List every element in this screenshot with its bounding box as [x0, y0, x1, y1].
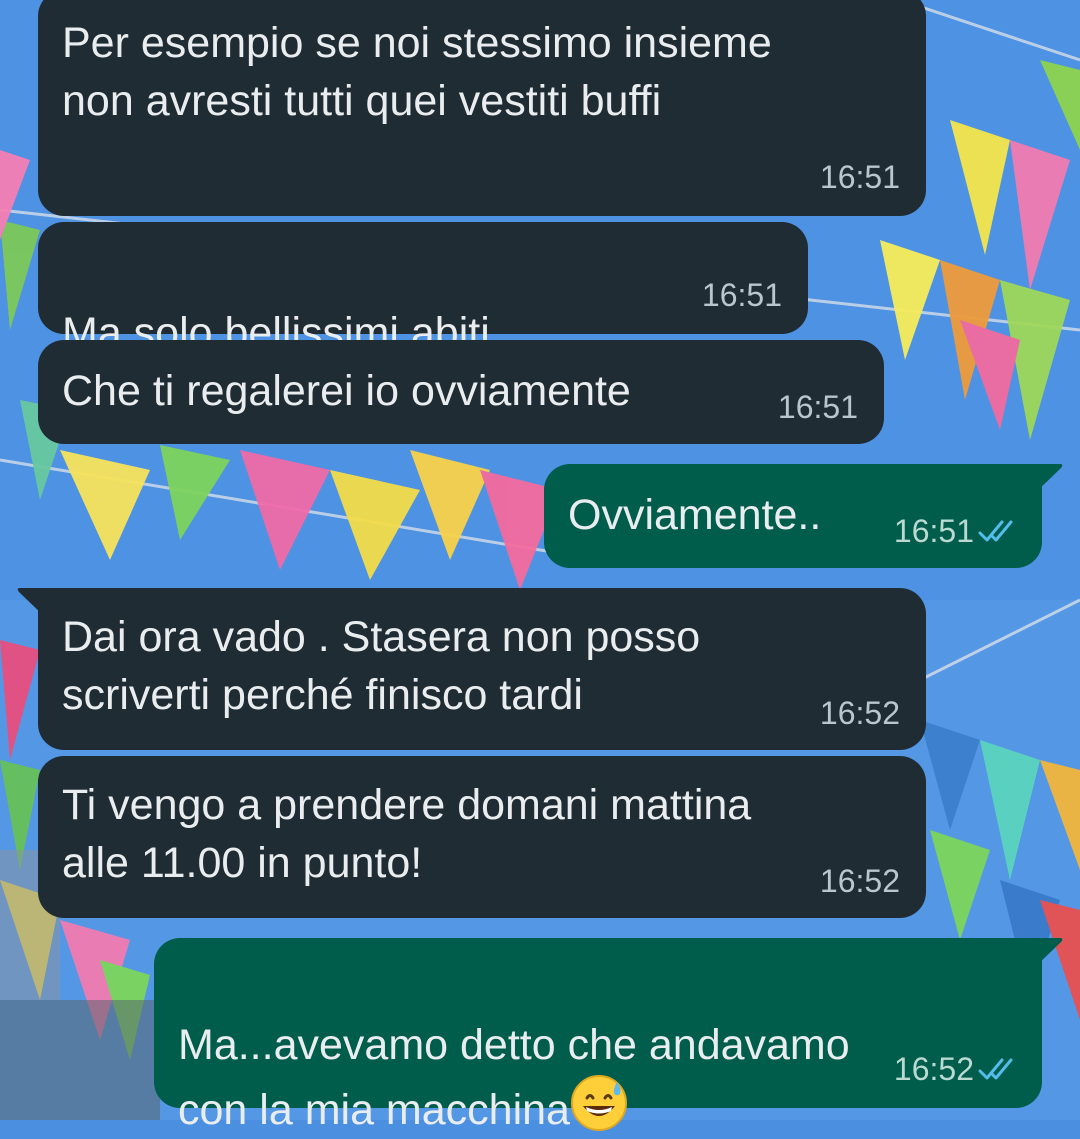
grinning-sweat-emoji-icon — [570, 1075, 627, 1131]
message-bubble-outgoing[interactable]: Ovviamente.. 16:51 — [544, 464, 1042, 568]
message-text-content: Ma...avevamo detto che andavamo con la m… — [178, 1021, 850, 1134]
message-bubble-incoming[interactable]: Che ti regalerei io ovviamente 16:51 — [38, 340, 884, 444]
message-time: 16:51 — [819, 159, 900, 195]
message-bubble-incoming[interactable]: Dai ora vado . Stasera non posso scriver… — [38, 588, 926, 750]
message-text: Ovviamente.. — [568, 491, 822, 539]
message-bubble-outgoing[interactable]: Ma...avevamo detto che andavamo con la m… — [154, 938, 1042, 1134]
message-time: 16:51 — [777, 389, 858, 425]
message-time: 16:52 — [819, 863, 900, 899]
message-time: 16:51 — [701, 277, 782, 313]
message-time: 16:52 — [893, 1051, 974, 1087]
message-text: Ti vengo a prendere domani mattina alle … — [62, 781, 752, 887]
message-time: 16:51 — [893, 513, 974, 549]
message-bubble-incoming[interactable]: Ma solo bellissimi abiti 16:51 — [38, 222, 808, 418]
message-text: Per esempio se noi stessimo insieme non … — [62, 19, 772, 125]
message-text: Dai ora vado . Stasera non posso scriver… — [62, 613, 701, 719]
message-text: Che ti regalerei io ovviamente — [62, 367, 631, 415]
read-ticks-icon — [978, 520, 1013, 542]
message-bubble-incoming[interactable]: Ti vengo a prendere domani mattina alle … — [38, 756, 926, 918]
read-ticks-icon — [978, 1058, 1013, 1080]
message-bubble-incoming[interactable]: Per esempio se noi stessimo insieme non … — [38, 0, 926, 216]
message-text: Ma...avevamo detto che andavamo con la m… — [178, 958, 850, 1139]
message-time: 16:52 — [819, 695, 900, 731]
